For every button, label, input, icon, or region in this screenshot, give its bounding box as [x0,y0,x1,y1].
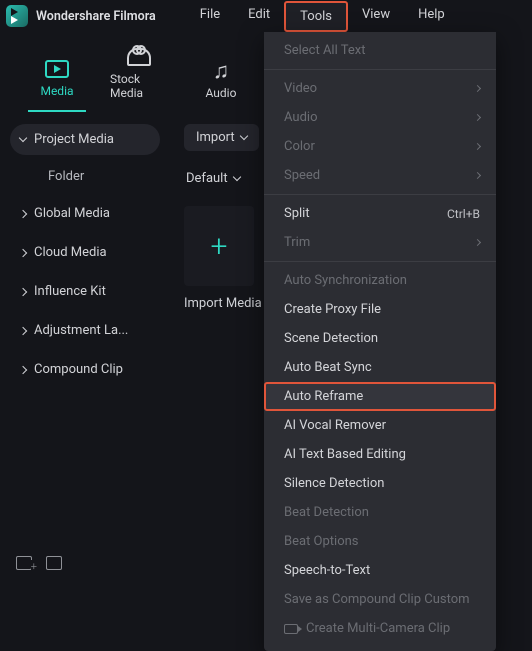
sidebar-item-global-media[interactable]: Global Media [10,198,160,229]
menu-item-label: Audio [284,110,317,125]
app-logo-icon [6,5,28,27]
tab-audio[interactable]: ♫ Audio [192,60,250,112]
chevron-down-icon [19,134,27,142]
menu-item-label: Create Proxy File [284,302,381,317]
menu-item-edit[interactable]: Edit [234,1,284,32]
menu-separator [264,194,496,195]
menu-item-label: Color [284,139,315,154]
chevron-right-icon [474,239,481,246]
sidebar-item-label: Adjustment La... [34,323,128,338]
menu-item-color: Color [264,132,496,161]
menu-item-label: Split [284,206,310,221]
titlebar: Wondershare Filmora FileEditToolsViewHel… [0,0,532,32]
sidebar-item-influence-kit[interactable]: Influence Kit [10,276,160,307]
menu-item-label: Speech-to-Text [284,563,370,578]
menu-item-beat-options: Beat Options [264,527,496,556]
sidebar-item-folder[interactable]: Folder [10,163,160,190]
menu-item-label: Select All Text [284,43,365,58]
menu-item-shortcut: Ctrl+B [447,207,480,221]
menu-item-label: Auto Beat Sync [284,360,372,375]
sidebar: Project Media Folder Global Media Cloud Med… [0,112,170,385]
menu-item-label: Create Multi-Camera Clip [306,621,450,636]
menu-item-create-multi-camera-clip: Create Multi-Camera Clip [264,614,496,643]
app-title: Wondershare Filmora [36,9,156,24]
menu-item-audio: Audio [264,103,496,132]
menu-item-label: AI Vocal Remover [284,418,386,433]
menu-item-auto-reframe[interactable]: Auto Reframe [264,382,496,411]
chevron-down-icon [239,132,247,140]
sort-button-label: Default [186,171,228,186]
menu-item-view[interactable]: View [348,1,404,32]
menu-item-label: AI Text Based Editing [284,447,406,462]
audio-icon: ♫ [208,60,234,82]
menu-item-create-proxy-file[interactable]: Create Proxy File [264,295,496,324]
sidebar-item-label: Global Media [34,206,110,221]
menu-item-label: Auto Synchronization [284,273,407,288]
menu-item-save-as-compound-clip-custom: Save as Compound Clip Custom [264,585,496,614]
sidebar-item-compound-clip[interactable]: Compound Clip [10,354,160,385]
menu-separator [264,69,496,70]
chevron-right-icon [19,326,27,334]
camera-icon [284,624,298,634]
sidebar-item-adjustment-la-[interactable]: Adjustment La... [10,315,160,346]
menu-item-file[interactable]: File [186,1,234,32]
tab-label: Stock Media [110,72,168,100]
sidebar-item-project-media[interactable]: Project Media [10,124,160,155]
menu-item-label: Scene Detection [284,331,378,346]
import-dropzone[interactable]: + [184,206,254,286]
tab-media[interactable]: Media [28,58,86,112]
tab-stock-media[interactable]: Stock Media [110,46,168,112]
plus-icon: + [211,229,228,264]
menu-item-speed: Speed [264,161,496,190]
sidebar-item-label: Influence Kit [34,284,106,299]
tab-label: Audio [206,86,237,100]
sidebar-bottom-bar [0,545,170,581]
import-button[interactable]: Import [184,124,259,151]
sidebar-item-label: Cloud Media [34,245,107,260]
stock-media-icon [126,46,152,68]
menu-item-split[interactable]: Split Ctrl+B [264,199,496,228]
menu-item-label: Trim [284,235,310,250]
menu-item-label: Auto Reframe [284,389,363,404]
menu-item-auto-synchronization: Auto Synchronization [264,266,496,295]
menu-item-label: Beat Options [284,534,359,549]
chevron-right-icon [474,85,481,92]
menu-separator [264,261,496,262]
chevron-right-icon [474,143,481,150]
menu-item-label: Speed [284,168,320,183]
chevron-right-icon [19,209,27,217]
import-button-label: Import [196,130,235,145]
chevron-right-icon [19,287,27,295]
menu-item-tools[interactable]: Tools [284,1,348,32]
tools-dropdown: Select All Text Video Audio Color Speed Split… [264,32,496,651]
media-icon [44,58,70,80]
tab-label: Media [40,84,73,98]
menu-item-video: Video [264,74,496,103]
chevron-down-icon [232,173,240,181]
chevron-right-icon [19,248,27,256]
menu-item-auto-beat-sync[interactable]: Auto Beat Sync [264,353,496,382]
new-folder-icon[interactable] [16,556,32,570]
menu-item-scene-detection[interactable]: Scene Detection [264,324,496,353]
chevron-right-icon [19,365,27,373]
menu-item-label: Save as Compound Clip Custom [284,592,470,607]
menu-item-label: Video [284,81,317,96]
menu-item-silence-detection[interactable]: Silence Detection [264,469,496,498]
sidebar-item-label: Compound Clip [34,362,123,377]
menu-item-ai-text-based-editing[interactable]: AI Text Based Editing [264,440,496,469]
folder-icon[interactable] [46,556,62,570]
menubar: FileEditToolsViewHelp [186,1,459,32]
menu-item-select-all-text: Select All Text [264,36,496,65]
chevron-right-icon [474,114,481,121]
menu-item-trim: Trim [264,228,496,257]
sidebar-item-cloud-media[interactable]: Cloud Media [10,237,160,268]
menu-item-label: Beat Detection [284,505,369,520]
menu-item-label: Silence Detection [284,476,384,491]
menu-item-help[interactable]: Help [404,1,459,32]
sort-button[interactable]: Default [184,165,252,192]
chevron-right-icon [474,172,481,179]
sidebar-item-label: Project Media [34,132,114,147]
menu-item-beat-detection: Beat Detection [264,498,496,527]
menu-item-ai-vocal-remover[interactable]: AI Vocal Remover [264,411,496,440]
